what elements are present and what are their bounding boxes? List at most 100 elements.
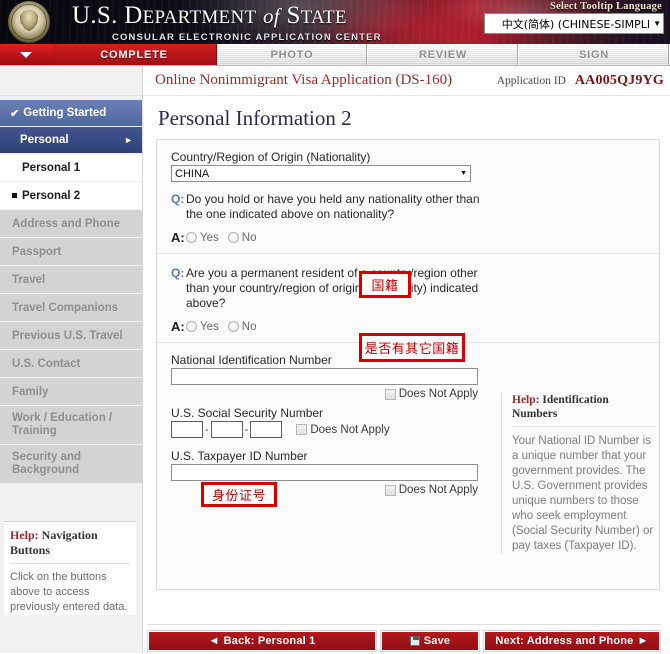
tooltip-language-value: 中文(简体) (CHINESE-SIMPLI — [501, 17, 651, 31]
identification-help-title: Help: Identification Numbers — [512, 393, 655, 427]
ssn-part-3-input[interactable] — [250, 421, 283, 438]
sidebar-item-label: Previous U.S. Travel — [12, 329, 123, 342]
sidebar-help-box: Help: Navigation Buttons Click on the bu… — [4, 521, 136, 615]
footer-divider — [148, 624, 660, 625]
page-title: Personal Information 2 — [158, 106, 352, 130]
stage-tab-bar: COMPLETE PHOTO REVIEW SIGN — [0, 44, 670, 66]
answer-row: A: Yes No — [171, 319, 645, 334]
sidebar-item-label: Personal — [20, 134, 69, 146]
sidebar-help-title: Help: Navigation Buttons — [10, 528, 130, 564]
checkbox-ssn-does-not-apply[interactable]: Does Not Apply — [296, 424, 390, 436]
sidebar-item-personal-2[interactable]: Personal 2 — [0, 182, 142, 209]
radio-button-icon — [186, 321, 197, 332]
national-id-input[interactable] — [171, 368, 478, 385]
sidebar-item-us-contact: U.S. Contact — [0, 350, 142, 377]
application-id-value: AA005QJ9YG — [574, 73, 664, 88]
checkbox-taxpayer-id-does-not-apply[interactable]: Does Not Apply — [384, 484, 478, 496]
current-page-marker-icon — [12, 193, 17, 198]
question-marker: Q: — [171, 266, 185, 280]
back-button[interactable]: ◄ Back: Personal 1 — [148, 631, 376, 651]
us-state-department-seal-icon — [8, 1, 50, 43]
checkbox-icon — [296, 424, 308, 435]
annotation-other-nationality: 是否有其它国籍 — [359, 333, 465, 362]
navigation-sidebar: ✔ Getting Started Personal ► Personal 1 … — [0, 96, 143, 653]
checkbox-icon — [384, 388, 396, 400]
tab-expand-button[interactable] — [0, 44, 52, 65]
department-subtitle: CONSULAR ELECTRONIC APPLICATION CENTER — [112, 32, 382, 43]
caret-left-icon: ◄ — [208, 635, 220, 647]
nationality-section: Country/Region of Origin (Nationality) C… — [157, 140, 659, 254]
sidebar-item-label: Travel — [12, 273, 46, 286]
tooltip-language-control: Select Tooltip Language 中文(简体) (CHINESE-… — [484, 1, 664, 34]
form-navigation-buttons: ◄ Back: Personal 1 Save Next: Address an… — [148, 631, 660, 651]
application-name: Online Nonimmigrant Visa Application (DS… — [155, 72, 453, 88]
nationality-label: Country/Region of Origin (Nationality) — [171, 150, 371, 164]
radio-button-icon — [227, 321, 239, 332]
tooltip-language-label: Select Tooltip Language — [550, 1, 662, 12]
question-marker: Q: — [171, 192, 185, 206]
tab-photo[interactable]: PHOTO — [217, 44, 368, 65]
sidebar-item-passport: Passport — [0, 238, 142, 265]
radio-permanent-resident-no[interactable]: No — [227, 320, 257, 333]
sidebar-item-label: Passport — [12, 245, 62, 258]
save-button-label: Save — [423, 635, 451, 647]
chevron-down-icon: ▼ — [653, 19, 661, 28]
sidebar-item-label: Getting Started — [23, 107, 107, 119]
sidebar-item-label: Address and Phone — [12, 217, 120, 230]
annotation-nationality: 国籍 — [359, 271, 411, 298]
ssn-separator: - — [205, 423, 209, 436]
caret-right-icon: ► — [637, 635, 649, 647]
page-body: ✔ Getting Started Personal ► Personal 1 … — [0, 96, 670, 653]
nationality-value: CHINA — [175, 167, 210, 180]
sidebar-item-security-and-background: Security and Background — [0, 445, 142, 483]
sidebar-item-getting-started[interactable]: ✔ Getting Started — [0, 100, 142, 126]
sidebar-item-work-education-training: Work / Education / Training — [0, 406, 142, 444]
national-id-dna-row: Does Not Apply — [171, 388, 478, 400]
site-header: U.S. DEPARTMENT of STATE CONSULAR ELECTR… — [0, 0, 670, 44]
answer-row: A: Yes No — [171, 230, 645, 245]
help-word: Help: — [10, 528, 39, 542]
sidebar-item-label-line1: Work / Education / — [12, 412, 113, 424]
radio-button-icon — [227, 232, 239, 243]
radio-label: Yes — [200, 231, 219, 244]
tab-sign[interactable]: SIGN — [519, 44, 670, 65]
ssn-separator: - — [244, 423, 249, 436]
sidebar-item-address-and-phone: Address and Phone — [0, 210, 142, 237]
radio-other-nationality-no[interactable]: No — [227, 232, 256, 244]
question-text: Are you a permanent resident of a countr… — [186, 266, 479, 310]
sidebar-gutter — [0, 66, 143, 95]
save-button[interactable]: Save — [381, 631, 479, 651]
radio-label: Yes — [200, 320, 219, 333]
identification-help-box: Help: Identification Numbers Your Nation… — [501, 393, 661, 554]
nationality-select[interactable]: CHINA ▼ — [171, 165, 471, 182]
radio-button-icon — [186, 232, 197, 243]
sidebar-help-body: Click on the buttons above to access pre… — [10, 571, 128, 613]
radio-label: No — [241, 320, 257, 333]
help-word: Help: — [512, 394, 540, 406]
sidebar-item-label: Personal 2 — [22, 189, 81, 202]
sidebar-item-personal[interactable]: Personal ► — [0, 127, 142, 153]
ssn-part-2-input[interactable] — [210, 421, 243, 438]
question-other-nationality: Q: Do you hold or have you held any nati… — [171, 192, 645, 245]
identification-help-body: Your National ID Number is a unique numb… — [512, 435, 654, 552]
checkbox-label: Does Not Apply — [398, 484, 478, 496]
radio-other-nationality-yes[interactable]: Yes — [186, 232, 219, 244]
tooltip-language-select[interactable]: 中文(简体) (CHINESE-SIMPLI ▼ — [484, 13, 664, 34]
answer-marker: A: — [171, 319, 185, 334]
ssn-part-1-input[interactable] — [171, 421, 203, 438]
sidebar-item-label: Travel Companions — [12, 301, 119, 314]
sidebar-item-label-line2: Training — [12, 425, 57, 437]
tab-review[interactable]: REVIEW — [368, 44, 519, 65]
sidebar-item-personal-1[interactable]: Personal 1 — [0, 154, 142, 181]
answer-marker: A: — [171, 230, 185, 245]
sidebar-item-label: Family — [12, 385, 49, 398]
permanent-resident-section: Q: Are you a permanent resident of a cou… — [157, 254, 659, 343]
checkbox-national-id-does-not-apply[interactable]: Does Not Apply — [384, 388, 478, 400]
radio-permanent-resident-yes[interactable]: Yes — [186, 321, 219, 333]
taxpayer-id-input[interactable] — [171, 464, 478, 481]
sidebar-item-previous-us-travel: Previous U.S. Travel — [0, 322, 142, 349]
floppy-disk-icon — [409, 636, 420, 646]
chevron-down-icon: ▼ — [460, 170, 467, 177]
tab-complete[interactable]: COMPLETE — [52, 44, 217, 65]
next-button[interactable]: Next: Address and Phone ► — [484, 631, 660, 651]
